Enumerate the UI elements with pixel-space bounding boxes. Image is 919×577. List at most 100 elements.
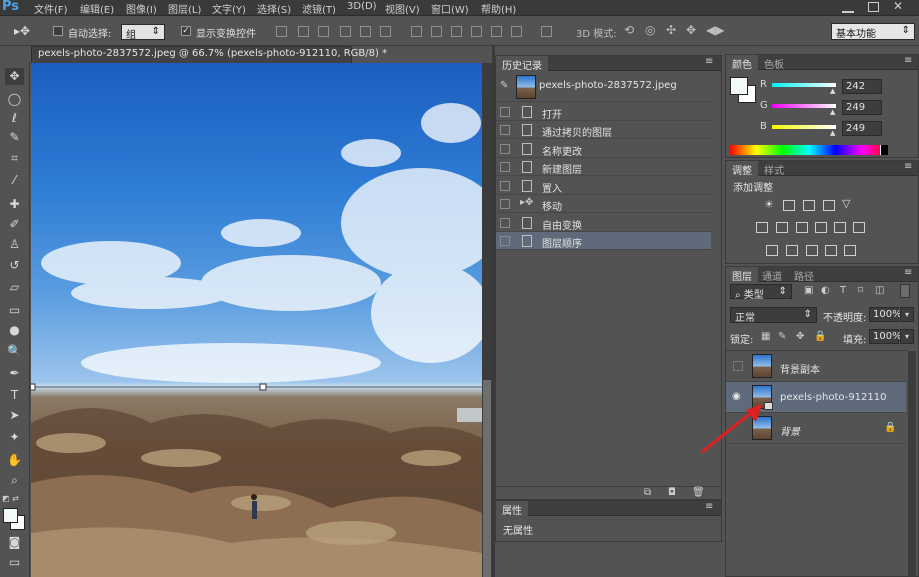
gradient-tool-icon[interactable]: ▭ (5, 302, 24, 319)
blend-mode-dropdown[interactable]: 正常 ⇕ (730, 307, 817, 324)
canvas-scrollbar-thumb[interactable] (483, 380, 491, 577)
quick-mask-icon[interactable]: ◙ (5, 534, 24, 551)
auto-select-checkbox[interactable] (53, 26, 63, 36)
distribute-vcenter-icon[interactable] (431, 26, 442, 37)
blue-channel-slider[interactable] (772, 125, 836, 129)
new-snapshot-icon[interactable]: ◘ (668, 487, 676, 498)
history-checkbox[interactable] (500, 181, 510, 191)
slider-handle-icon[interactable]: ▲ (830, 108, 835, 116)
history-checkbox[interactable] (500, 199, 510, 209)
clone-stamp-tool-icon[interactable]: ♙ (5, 236, 24, 253)
menu-edit[interactable]: 编辑(E) (80, 1, 114, 16)
panel-menu-icon[interactable]: ≡ (705, 501, 713, 512)
default-colors-icon[interactable]: ◩ ⇄ (2, 494, 19, 503)
history-checkbox[interactable] (500, 107, 510, 117)
posterize-icon[interactable] (786, 245, 798, 256)
color-balance-icon[interactable] (776, 222, 788, 233)
vibrance-icon[interactable]: ▽ (842, 197, 850, 210)
filter-shape-icon[interactable]: ⌑ (858, 285, 863, 296)
drag-3d-icon[interactable]: ✣ (666, 23, 676, 37)
lasso-tool-icon[interactable]: ℓ (5, 110, 24, 127)
red-channel-slider[interactable] (772, 83, 836, 87)
history-checkbox[interactable] (500, 162, 510, 172)
history-item[interactable]: 置入 (496, 177, 711, 195)
green-channel-value[interactable]: 249 (842, 100, 882, 115)
healing-brush-tool-icon[interactable]: ✚ (5, 196, 24, 213)
red-channel-value[interactable]: 242 (842, 79, 882, 94)
menu-layer[interactable]: 图层(L) (168, 1, 201, 16)
fill-dropdown-icon[interactable]: ▾ (900, 329, 914, 344)
layer-filter-dropdown[interactable]: ⌕ 类型 ⇕ (730, 284, 792, 301)
hue-saturation-icon[interactable] (756, 222, 768, 233)
distribute-right-icon[interactable] (511, 26, 522, 37)
history-checkbox[interactable] (500, 125, 510, 135)
scale-3d-icon[interactable]: ◀▶ (706, 23, 724, 37)
quick-select-tool-icon[interactable]: ✎ (5, 129, 24, 146)
align-vcenter-icon[interactable] (298, 26, 309, 37)
photo-filter-icon[interactable] (815, 222, 827, 233)
distribute-bottom-icon[interactable] (451, 26, 462, 37)
maximize-button[interactable] (868, 2, 879, 12)
panel-menu-icon[interactable]: ≡ (904, 161, 912, 172)
distribute-top-icon[interactable] (411, 26, 422, 37)
workspace-dropdown[interactable]: 基本功能 ⇕ (831, 23, 915, 40)
align-hcenter-icon[interactable] (360, 26, 371, 37)
menu-select[interactable]: 选择(S) (257, 1, 291, 16)
screen-mode-icon[interactable]: ▭ (5, 554, 24, 571)
filter-toggle[interactable] (900, 284, 910, 298)
levels-icon[interactable] (783, 200, 795, 211)
history-checkbox[interactable] (500, 144, 510, 154)
eyedropper-tool-icon[interactable]: ⁄ (5, 172, 24, 189)
curves-icon[interactable] (803, 200, 815, 211)
eraser-tool-icon[interactable]: ▱ (5, 279, 24, 296)
threshold-icon[interactable] (806, 245, 818, 256)
crop-tool-icon[interactable]: ⌗ (5, 150, 24, 167)
roll-3d-icon[interactable]: ◎ (645, 23, 655, 37)
color-spectrum-bar[interactable] (730, 145, 888, 155)
gradient-map-icon[interactable] (825, 245, 837, 256)
pen-tool-icon[interactable]: ✒ (5, 365, 24, 382)
show-transform-checkbox[interactable]: ✓ (181, 26, 191, 36)
align-right-icon[interactable] (380, 26, 391, 37)
blue-channel-value[interactable]: 249 (842, 121, 882, 136)
new-document-from-state-icon[interactable]: ⧉ (644, 487, 651, 498)
green-channel-slider[interactable] (772, 104, 836, 108)
lock-all-icon[interactable]: 🔒 (814, 331, 826, 342)
move-tool-icon[interactable]: ▸✥ (14, 24, 30, 38)
opacity-input[interactable]: 100% (869, 307, 902, 322)
auto-align-icon[interactable] (541, 26, 552, 37)
minimize-button[interactable] (842, 1, 854, 13)
filter-pixel-icon[interactable]: ▣ (804, 285, 813, 296)
history-item[interactable]: 自由变换 (496, 214, 711, 232)
styles-tab[interactable]: 样式 (758, 161, 790, 177)
invert-icon[interactable] (766, 245, 778, 256)
layer-name[interactable]: 背景 (780, 423, 800, 438)
zoom-tool-icon[interactable]: ⌕ (5, 472, 24, 489)
lock-transparent-icon[interactable]: ▦ (761, 331, 770, 342)
close-button[interactable]: ✕ (893, 0, 903, 13)
adjustments-tab[interactable]: 调整 (726, 161, 758, 177)
menu-view[interactable]: 视图(V) (385, 1, 420, 16)
history-item[interactable]: 通过拷贝的图层 (496, 121, 711, 139)
panel-menu-icon[interactable]: ≡ (904, 267, 912, 278)
move-tool-icon[interactable]: ✥ (5, 68, 24, 85)
history-item[interactable]: 新建图层 (496, 158, 711, 176)
properties-tab[interactable]: 属性 (496, 501, 528, 517)
menu-help[interactable]: 帮助(H) (481, 1, 516, 16)
channel-mixer-icon[interactable] (834, 222, 846, 233)
channels-tab[interactable]: 通道 (756, 267, 788, 283)
rotate-3d-icon[interactable]: ⟲ (624, 23, 634, 37)
slide-3d-icon[interactable]: ✥ (686, 23, 696, 37)
slider-handle-icon[interactable]: ▲ (830, 87, 835, 95)
brightness-contrast-icon[interactable]: ☀ (764, 198, 774, 211)
auto-select-dropdown[interactable]: 组 ⇕ (121, 24, 165, 41)
swatches-tab[interactable]: 色板 (758, 55, 790, 71)
black-white-ramp[interactable] (880, 145, 888, 155)
history-tab[interactable]: 历史记录 (496, 56, 548, 72)
panel-menu-icon[interactable]: ≡ (705, 56, 713, 67)
panel-menu-icon[interactable]: ≡ (904, 55, 912, 66)
menu-file[interactable]: 文件(F) (34, 1, 68, 16)
document-tab[interactable]: pexels-photo-2837572.jpeg @ 66.7% (pexel… (31, 46, 387, 63)
layer-row[interactable]: 背景副本 (726, 351, 906, 382)
menu-filter[interactable]: 滤镜(T) (302, 1, 336, 16)
